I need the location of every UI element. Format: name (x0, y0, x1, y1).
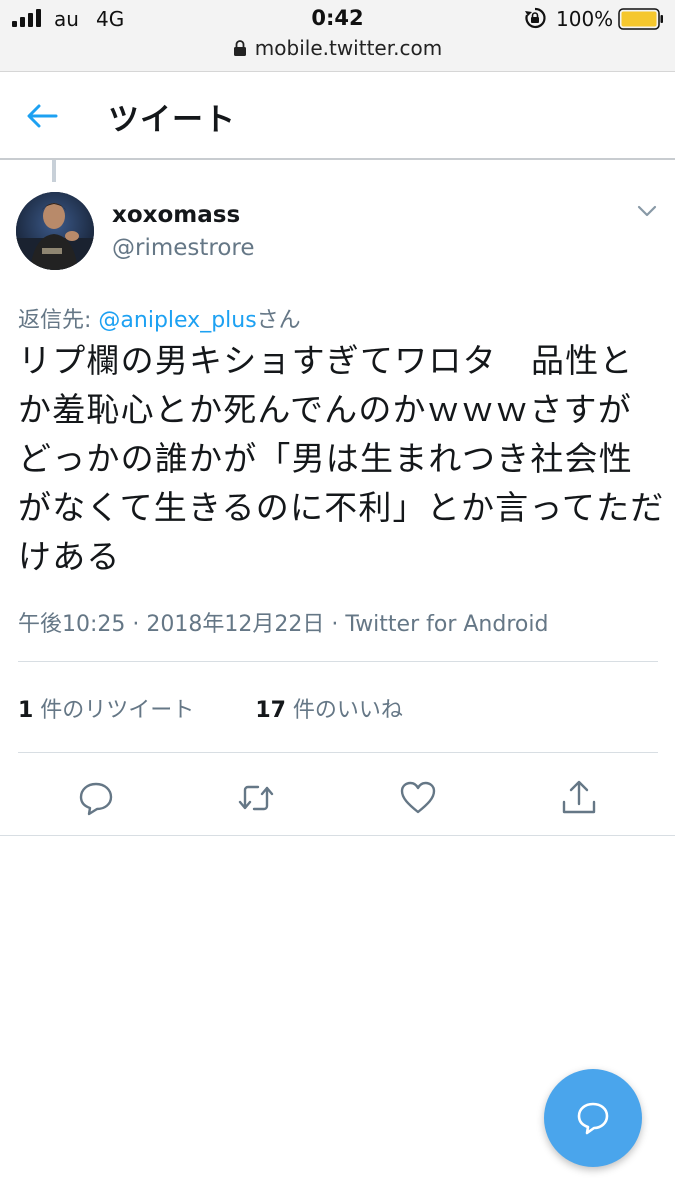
rotation-lock-icon (525, 7, 546, 29)
page-header: ツイート (0, 72, 675, 160)
tweet-stats: 1 件のリツイート 17 件のいいね (18, 692, 403, 724)
divider (0, 835, 675, 836)
meta-separator: · (132, 612, 140, 637)
tweet-date: 2018年12月22日 (146, 612, 325, 637)
status-bar: au 4G 0:42 100% (0, 0, 675, 38)
compose-reply-button[interactable] (544, 1069, 642, 1167)
tweet-actions (0, 770, 675, 826)
tweet-text: リプ欄の男キショすぎてワロタ 品性とか羞恥心とか死んでんのかｗｗｗさすがどっかの… (18, 341, 665, 576)
retweet-icon[interactable] (236, 778, 276, 818)
like-label: 件のいいね (285, 698, 403, 723)
like-count: 17 (255, 698, 286, 723)
share-icon[interactable] (559, 778, 599, 818)
divider (18, 752, 658, 753)
reply-icon[interactable] (76, 778, 116, 818)
meta-separator: · (331, 612, 339, 637)
retweet-label: 件のリツイート (33, 698, 195, 723)
display-name[interactable]: xoxomass (112, 202, 240, 228)
avatar-image (16, 192, 94, 270)
tweet-time: 午後10:25 (18, 612, 126, 637)
retweet-count: 1 (18, 698, 34, 723)
reply-context: 返信先: @aniplex_plusさん (18, 302, 301, 334)
avatar[interactable] (16, 192, 94, 270)
heart-icon[interactable] (398, 778, 438, 818)
divider (18, 661, 658, 662)
retweet-count-link[interactable]: 1 件のリツイート (18, 692, 194, 724)
battery-percentage: 100% (556, 7, 614, 31)
browser-top-bar: au 4G 0:42 100% mobile.twitter.com (0, 0, 675, 72)
thread-connector-line (52, 160, 56, 182)
username[interactable]: @rimestrore (112, 235, 255, 261)
url-bar[interactable]: mobile.twitter.com (0, 36, 675, 64)
url-text: mobile.twitter.com (254, 36, 443, 60)
tweet-source-link[interactable]: Twitter for Android (345, 612, 548, 637)
reply-mention-link[interactable]: @aniplex_plus (98, 308, 256, 333)
chevron-down-icon[interactable] (634, 200, 660, 222)
compose-reply-icon (577, 1102, 609, 1135)
tweet-meta: 午後10:25 · 2018年12月22日 · Twitter for Andr… (18, 606, 548, 638)
page-title: ツイート (108, 102, 236, 138)
back-arrow-icon[interactable] (22, 100, 62, 132)
reply-suffix: さん (256, 308, 301, 333)
battery-icon (618, 8, 663, 30)
reply-prefix: 返信先: (18, 308, 99, 333)
lock-icon (233, 40, 246, 56)
like-count-link[interactable]: 17 件のいいね (255, 692, 403, 724)
